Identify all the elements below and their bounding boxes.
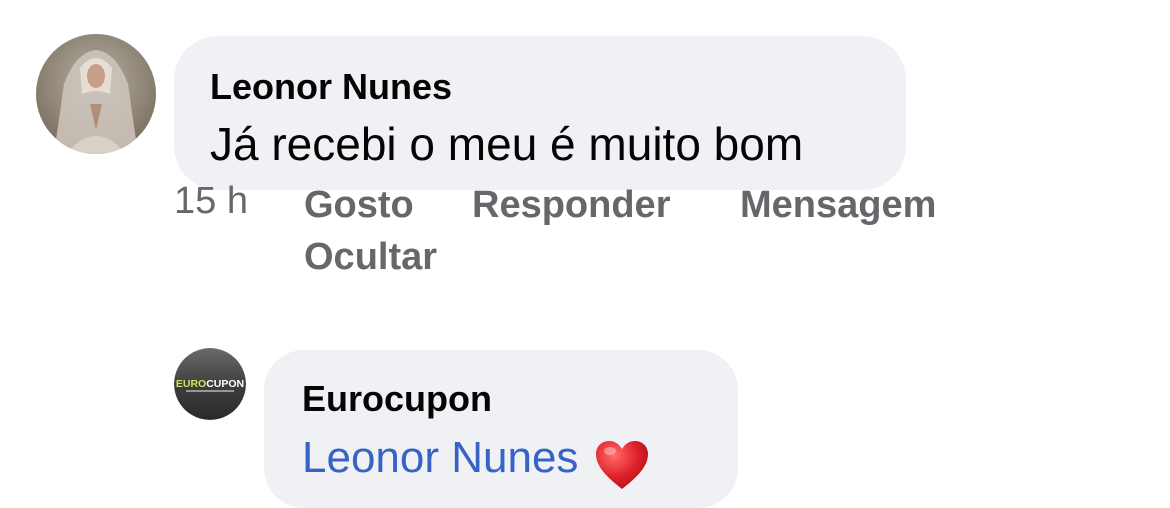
avatar[interactable]: [36, 34, 156, 154]
eurocupon-logo: EUROCUPON: [174, 348, 246, 420]
comment-timestamp[interactable]: 15 h: [174, 174, 248, 228]
mention-link[interactable]: Leonor Nunes: [302, 430, 578, 486]
svg-text:EUROCUPON: EUROCUPON: [176, 378, 244, 390]
comment-bubble: Leonor Nunes Já recebi o meu é muito bom: [174, 36, 906, 190]
reply-author[interactable]: Eurocupon: [302, 378, 700, 420]
comment-text: Já recebi o meu é muito bom: [210, 118, 804, 170]
reply-bubble: Eurocupon Leonor Nunes: [264, 350, 738, 508]
heart-icon: [594, 439, 650, 496]
reply-text: Leonor Nunes: [302, 433, 650, 490]
like-button[interactable]: Gosto: [304, 178, 414, 232]
hide-button[interactable]: Ocultar: [304, 230, 437, 284]
comment-author[interactable]: Leonor Nunes: [210, 66, 870, 108]
avatar[interactable]: EUROCUPON: [174, 348, 246, 420]
message-button[interactable]: Mensagem: [740, 178, 936, 232]
reply-button[interactable]: Responder: [472, 178, 670, 232]
avatar-image: [36, 34, 156, 154]
